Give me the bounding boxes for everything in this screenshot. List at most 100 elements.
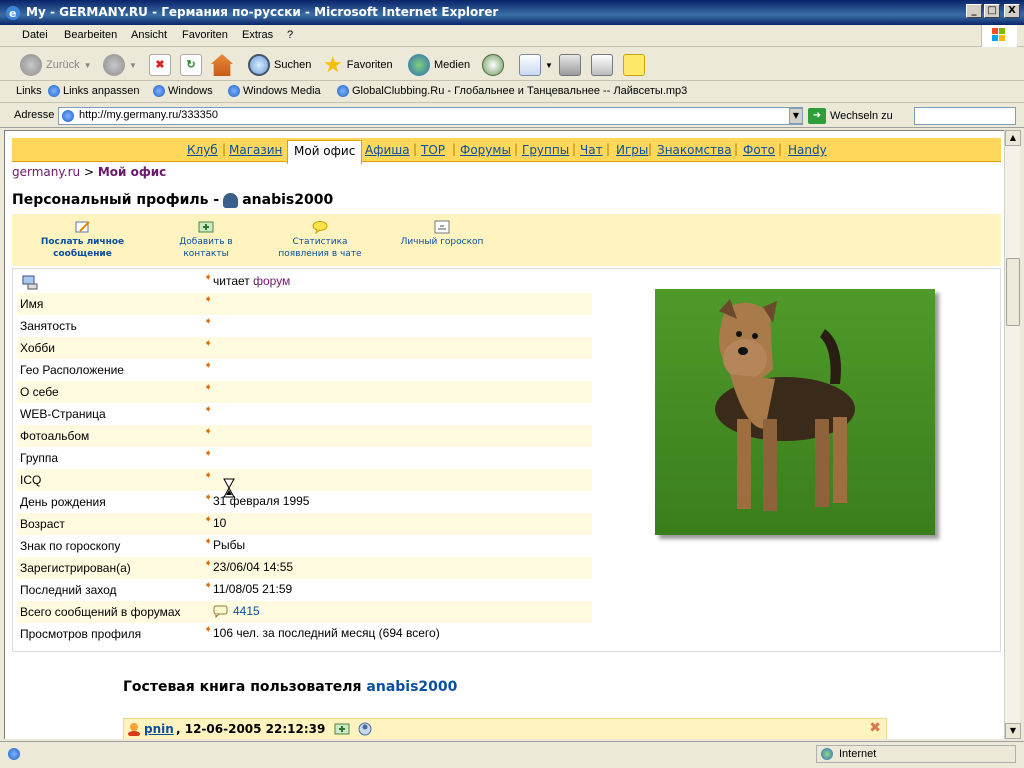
chevron-down-icon[interactable]: ▼ [545, 61, 553, 70]
toolbar-extra-field[interactable] [914, 107, 1016, 125]
nav-games[interactable]: Игры [616, 143, 648, 157]
internet-globe-icon [821, 748, 833, 760]
user-profile-icon[interactable] [357, 721, 373, 737]
scroll-up-button[interactable]: ▲ [1005, 130, 1021, 146]
security-zone: Internet [816, 745, 1016, 763]
profile-row: WEB-Страница ➧ [20, 404, 213, 421]
link-windows-media[interactable]: Windows Media [228, 85, 321, 97]
nav-chat[interactable]: Чат [580, 143, 603, 157]
send-message-action[interactable]: Послать личное сообщение [30, 220, 135, 260]
nav-photo[interactable]: Фото [743, 143, 775, 157]
forum-post-count-link[interactable]: 4415 [233, 604, 260, 618]
forward-arrow-icon [103, 54, 125, 76]
star-icon: ★ [323, 52, 343, 77]
pencil-icon [75, 221, 90, 233]
title-bar: e My - GERMANY.RU - Германия по-русски -… [0, 0, 1024, 25]
link-links-anpassen[interactable]: Links anpassen [48, 85, 139, 97]
arrow-bullet-icon: ➧ [204, 470, 213, 481]
home-button[interactable] [211, 52, 233, 78]
go-arrow-icon: ➜ [808, 108, 826, 124]
horoscope-action[interactable]: Личный гороскоп [392, 220, 492, 248]
menu-bearbeiten[interactable]: Bearbeiten [64, 29, 117, 41]
menu-datei[interactable]: Datei [22, 29, 48, 41]
mail-button[interactable]: ▼ [519, 52, 553, 78]
nav-handy[interactable]: Handy [788, 143, 827, 157]
guestbook-author-link[interactable]: pnin [144, 722, 174, 736]
stop-button[interactable]: ✖ [149, 52, 171, 78]
ie-page-icon [228, 85, 240, 97]
favorites-button[interactable]: ★ Favoriten [323, 52, 393, 78]
guestbook-title: Гостевая книга пользователя anabis2000 [123, 679, 458, 695]
page-viewport: Клуб | Магазин Мой офис Афиша | TOP | Фо… [4, 130, 1004, 739]
profile-row: ICQ ➧ [17, 469, 592, 491]
guestbook-user-link[interactable]: anabis2000 [366, 679, 457, 695]
scroll-thumb[interactable] [1006, 258, 1020, 326]
user-icon [223, 192, 239, 208]
link-windows[interactable]: Windows [153, 85, 213, 97]
profile-row: Хобби ➧ [17, 337, 592, 359]
print-button[interactable] [559, 52, 581, 78]
nav-afisha[interactable]: Афиша [365, 143, 410, 157]
profile-row: День рождения ➧ 31 февраля 1995 [20, 492, 310, 509]
add-contact-action[interactable]: Добавить в контакты [160, 220, 252, 260]
menu-extras[interactable]: Extras [242, 29, 273, 41]
profile-row: Группа ➧ [20, 448, 213, 465]
address-input[interactable]: http://my.germany.ru/333350 [58, 107, 803, 125]
go-button[interactable]: ➜ Wechseln zu [808, 108, 893, 124]
nav-club[interactable]: Клуб [187, 143, 218, 157]
nav-forums[interactable]: Форумы [460, 143, 511, 157]
status-forum-link[interactable]: форум [253, 274, 290, 288]
messenger-button[interactable] [623, 52, 645, 78]
edit-button[interactable] [591, 52, 613, 78]
windows-logo-icon [981, 25, 1017, 47]
vertical-scrollbar[interactable]: ▲ ▼ [1004, 130, 1021, 739]
profile-row: Последний заход ➧ 11/08/05 21:59 [20, 580, 293, 597]
refresh-button[interactable]: ↻ [180, 52, 202, 78]
nav-dating[interactable]: Знакомства [657, 143, 732, 157]
nav-groups[interactable]: Группы [522, 143, 569, 157]
address-label: Adresse [14, 109, 55, 121]
profile-row: Занятость ➧ [20, 316, 213, 333]
media-button[interactable]: Medien [408, 52, 470, 78]
chat-bubble-icon [312, 221, 328, 234]
arrow-bullet-icon: ➧ [204, 316, 213, 327]
profile-row: Просмотров профиля ➧ 106 чел. за последний… [20, 624, 440, 641]
chat-stats-action[interactable]: Статистика появления в чате [270, 220, 370, 260]
menu-favoriten[interactable]: Favoriten [182, 29, 228, 41]
svg-text:e: e [9, 7, 16, 20]
horoscope-icon [434, 220, 450, 234]
nav-my-office[interactable]: Мой офис [287, 140, 363, 164]
delete-entry-icon[interactable]: ✖ [869, 720, 881, 736]
nav-top[interactable]: TOP [421, 143, 445, 157]
arrow-bullet-icon: ➧ [204, 404, 213, 415]
breadcrumb-root-link[interactable]: germany.ru [12, 165, 80, 179]
profile-row: Знак по гороскопу ➧ Рыбы [20, 536, 246, 553]
arrow-bullet-icon: ➧ [204, 272, 213, 283]
forward-button[interactable]: ▼ [103, 52, 137, 78]
chevron-down-icon[interactable]: ▼ [84, 61, 92, 70]
scroll-down-button[interactable]: ▼ [1005, 723, 1021, 739]
link-globalclubbing[interactable]: GlobalClubbing.Ru - Глобальнее и Танцева… [337, 85, 687, 97]
minimize-button[interactable]: _ [966, 4, 982, 18]
chevron-down-icon[interactable]: ▼ [129, 61, 137, 70]
ie-page-icon [62, 110, 74, 122]
stop-icon: ✖ [149, 54, 171, 76]
address-dropdown-button[interactable]: ▼ [789, 108, 803, 124]
add-contact-icon[interactable] [334, 722, 350, 736]
profile-row: Всего сообщений в форумах 4415 [17, 601, 592, 623]
window-title: My - GERMANY.RU - Германия по-русски - M… [26, 5, 499, 19]
menu-ansicht[interactable]: Ansicht [131, 29, 167, 41]
arrow-bullet-icon: ➧ [204, 558, 213, 569]
guestbook-date: , 12-06-2005 22:12:39 [176, 722, 326, 736]
back-button[interactable]: Zurück ▼ [20, 52, 92, 78]
ie-page-icon [153, 85, 165, 97]
arrow-bullet-icon: ➧ [204, 360, 213, 371]
maximize-button[interactable]: □ [984, 4, 1000, 18]
close-button[interactable]: X [1004, 4, 1020, 18]
menu-help[interactable]: ? [287, 29, 293, 41]
history-button[interactable] [482, 52, 504, 78]
address-bar: Adresse http://my.germany.ru/333350 ▼ ➜ … [0, 104, 1024, 128]
search-button[interactable]: Suchen [248, 52, 311, 78]
nav-shop[interactable]: Магазин [229, 143, 282, 157]
edit-document-icon [591, 54, 613, 76]
